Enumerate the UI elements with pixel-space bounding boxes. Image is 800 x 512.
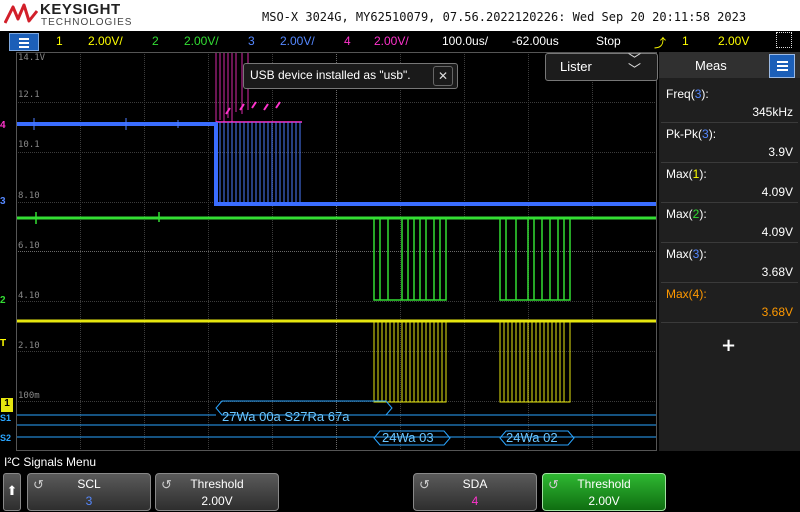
bus-s1-marker[interactable]: S1 xyxy=(0,413,11,423)
ch3-trace xyxy=(16,122,657,206)
run-state[interactable]: Stop xyxy=(596,34,621,48)
softkey-value: 2.00V xyxy=(201,494,233,508)
softkey-menu-bar: I²C Signals Menu xyxy=(0,451,800,471)
meas-source: 3 xyxy=(694,87,702,101)
brand-name: KEYSIGHT xyxy=(40,1,121,18)
ch4-number[interactable]: 4 xyxy=(344,34,351,48)
meas-label: Max xyxy=(666,287,689,301)
meas-label: Max xyxy=(666,167,689,181)
chevron-down-icon: ﹀ ﹀ xyxy=(627,53,641,78)
keysight-logo-icon xyxy=(4,3,38,24)
meas-source: 3 xyxy=(702,127,709,141)
measurement-item[interactable]: Max(3): 3.68V xyxy=(661,244,798,283)
trigger-edge-icon: ⤴ xyxy=(654,36,667,50)
measurement-panel-header: Meas xyxy=(659,52,800,78)
lister-label: Lister xyxy=(560,59,592,74)
meas-value: 345kHz xyxy=(752,105,793,119)
measurement-item[interactable]: Freq(3): 345kHz xyxy=(661,84,798,123)
softkey-title: SDA xyxy=(462,477,488,491)
close-icon[interactable]: ✕ xyxy=(433,66,453,86)
trigger-source[interactable]: 1 xyxy=(682,34,689,48)
meas-value: 4.09V xyxy=(761,185,793,199)
meas-source: 1 xyxy=(692,167,700,181)
softkey-title: Threshold xyxy=(577,477,631,491)
ch2-ground-marker[interactable]: 2 xyxy=(0,295,6,306)
instrument-header: KEYSIGHT TECHNOLOGIES MSO-X 3024G, MY625… xyxy=(0,0,800,31)
delay[interactable]: -62.00us xyxy=(512,34,559,48)
sda-threshold-softkey[interactable]: ↺ Threshold 2.00V xyxy=(542,473,666,511)
ch4-ground-marker[interactable]: 4 xyxy=(0,120,6,131)
measurement-item[interactable]: Max(2): 4.09V xyxy=(661,204,798,243)
scl-softkey[interactable]: ↺ SCL 3 xyxy=(27,473,151,511)
ch2-scale[interactable]: 2.00V/ xyxy=(184,34,219,48)
measurement-item[interactable]: Max(1): 4.09V xyxy=(661,164,798,203)
waveform-traces xyxy=(16,52,657,446)
main-menu-button[interactable] xyxy=(9,33,39,51)
measurement-item[interactable]: Pk-Pk(3): 3.9V xyxy=(661,124,798,163)
meas-value: 3.68V xyxy=(761,305,793,319)
ch1-number[interactable]: 1 xyxy=(56,34,63,48)
measurement-panel-title: Meas xyxy=(695,58,727,73)
measurement-item[interactable]: Max(4): 3.68V xyxy=(661,284,798,323)
sda-softkey[interactable]: ↺ SDA 4 xyxy=(413,473,537,511)
ch1-scale[interactable]: 2.00V/ xyxy=(88,34,123,48)
ch3-scale[interactable]: 2.00V/ xyxy=(280,34,315,48)
brand-sub: TECHNOLOGIES xyxy=(41,17,133,28)
meas-value: 4.09V xyxy=(761,225,793,239)
scl-threshold-softkey[interactable]: ↺ Threshold 2.00V xyxy=(155,473,279,511)
s2-decode-text-2: 24Wa 02 xyxy=(506,430,558,445)
measurement-panel: Meas Freq(3): 345kHz Pk-Pk(3): 3.9V Max(… xyxy=(659,52,800,451)
screenshot-icon[interactable] xyxy=(776,32,792,48)
softkey-value: 2.00V xyxy=(588,494,620,508)
softkey-row: ⬆ ↺ SCL 3 ↺ Threshold 2.00V ↺ SDA 4 ↺ Th… xyxy=(0,471,800,512)
panel-menu-icon[interactable] xyxy=(769,54,795,78)
ch2-number[interactable]: 2 xyxy=(152,34,159,48)
softkey-title: Threshold xyxy=(190,477,244,491)
instrument-title: MSO-X 3024G, MY62510079, 07.56.202212022… xyxy=(262,10,747,24)
channel-status-bar: 1 2.00V/ 2 2.00V/ 3 2.00V/ 4 2.00V/ 100.… xyxy=(0,31,800,52)
trigger-level-marker[interactable]: T xyxy=(0,338,6,349)
meas-value: 3.9V xyxy=(768,145,793,159)
meas-source: 2 xyxy=(692,207,700,221)
s2-decode-text-1: 24Wa 03 xyxy=(382,430,434,445)
softkey-value: 4 xyxy=(471,494,479,508)
menu-up-icon[interactable]: ⬆ xyxy=(3,473,21,511)
ch1-ground-marker[interactable]: 1 xyxy=(1,398,13,412)
meas-label: Pk-Pk xyxy=(666,127,699,141)
bus-s2-marker[interactable]: S2 xyxy=(0,433,11,443)
menu-title: I²C Signals Menu xyxy=(4,455,97,469)
timebase[interactable]: 100.0us/ xyxy=(442,34,488,48)
meas-source: 4 xyxy=(692,287,700,301)
waveform-display[interactable]: 14.1V 12.1 10.1 8.10 6.10 4.10 2.10 100m xyxy=(16,52,657,451)
meas-label: Max xyxy=(666,207,689,221)
usb-notification: USB device installed as "usb". ✕ xyxy=(243,63,458,89)
s1-decode-text: 27Wa 00a S27Ra 67a xyxy=(222,409,350,424)
meas-label: Freq xyxy=(666,87,691,101)
add-measurement-icon[interactable]: + xyxy=(721,335,736,356)
softkey-value: 3 xyxy=(85,494,93,508)
softkey-title: SCL xyxy=(77,477,101,491)
trigger-level[interactable]: 2.00V xyxy=(718,34,749,48)
usb-notification-text: USB device installed as "usb". xyxy=(250,68,411,82)
ch3-ground-marker[interactable]: 3 xyxy=(0,196,6,207)
lister-button[interactable]: Lister ﹀ ﹀ xyxy=(545,53,658,81)
meas-label: Max xyxy=(666,247,689,261)
meas-source: 3 xyxy=(692,247,700,261)
ch3-number[interactable]: 3 xyxy=(248,34,255,48)
meas-value: 3.68V xyxy=(761,265,793,279)
ch4-scale[interactable]: 2.00V/ xyxy=(374,34,409,48)
